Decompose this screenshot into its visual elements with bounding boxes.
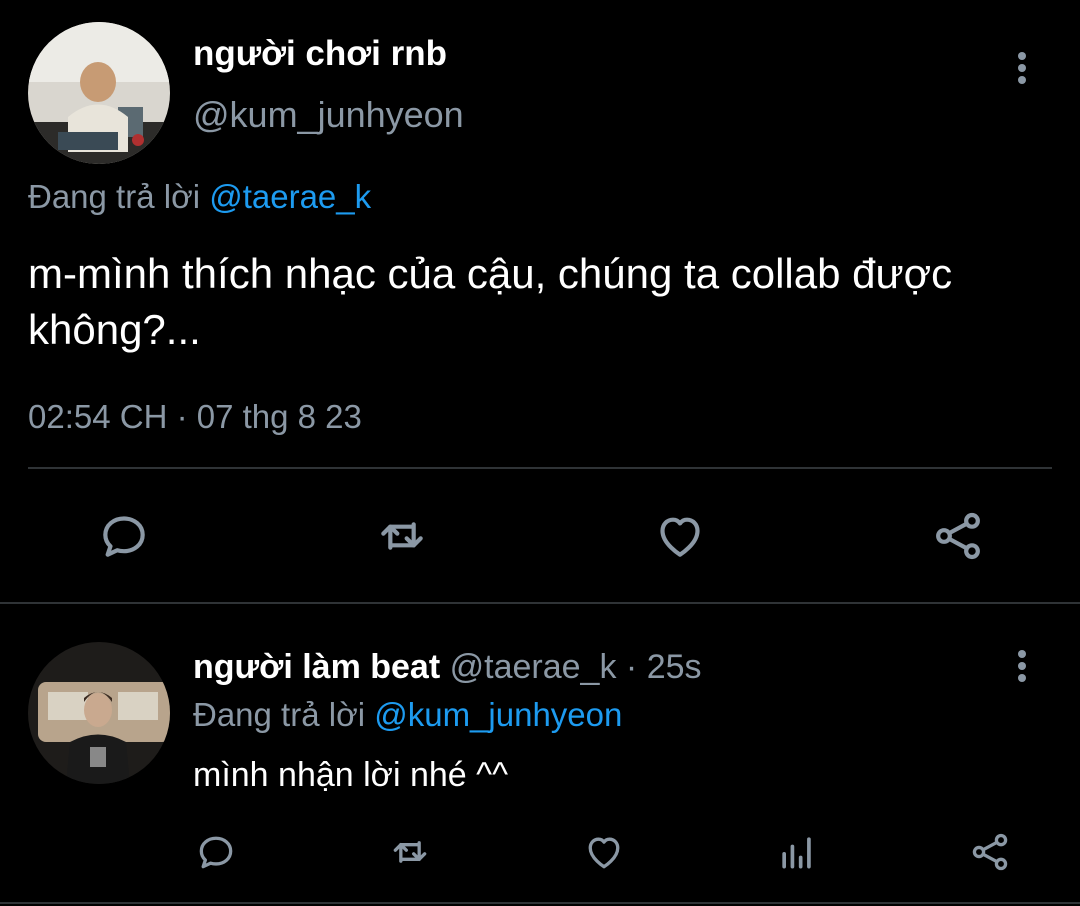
avatar[interactable]: [28, 642, 170, 784]
views-icon[interactable]: [771, 826, 823, 878]
timestamp[interactable]: 02:54 CH · 07 thg 8 23: [28, 398, 362, 436]
display-name[interactable]: người làm beat: [193, 648, 440, 686]
handle[interactable]: @taerae_k: [450, 648, 617, 686]
divider: [0, 602, 1080, 604]
tweet-text: m-mình thích nhạc của cậu, chúng ta coll…: [28, 250, 953, 353]
replying-mention-link[interactable]: @kum_junhyeon: [374, 696, 622, 733]
avatar[interactable]: [28, 22, 170, 164]
share-icon[interactable]: [964, 826, 1016, 878]
time-ago[interactable]: 25s: [647, 648, 702, 686]
more-vertical-icon[interactable]: [1002, 48, 1042, 88]
replying-to: Đang trả lời @taerae_k: [28, 178, 371, 216]
reply-icon[interactable]: [94, 506, 154, 566]
divider: [0, 902, 1080, 904]
display-name[interactable]: người chơi rnb: [193, 34, 447, 74]
tweet-text: mình nhận lời nhé ^^: [193, 756, 509, 794]
replying-mention-link[interactable]: @taerae_k: [209, 178, 371, 215]
retweet-icon[interactable]: [372, 506, 432, 566]
like-icon[interactable]: [650, 506, 710, 566]
divider: [28, 467, 1052, 469]
share-icon[interactable]: [928, 506, 988, 566]
more-vertical-icon[interactable]: [1002, 646, 1042, 686]
retweet-icon[interactable]: [384, 826, 436, 878]
replying-prefix: Đang trả lời: [193, 696, 366, 733]
reply-icon[interactable]: [190, 826, 242, 878]
separator: ·: [625, 648, 638, 686]
replying-to: Đang trả lời @kum_junhyeon: [193, 696, 622, 734]
handle[interactable]: @kum_junhyeon: [193, 94, 464, 136]
replying-prefix: Đang trả lời: [28, 178, 201, 215]
reply-header: người làm beat @taerae_k · 25s: [193, 648, 702, 687]
like-icon[interactable]: [578, 826, 630, 878]
